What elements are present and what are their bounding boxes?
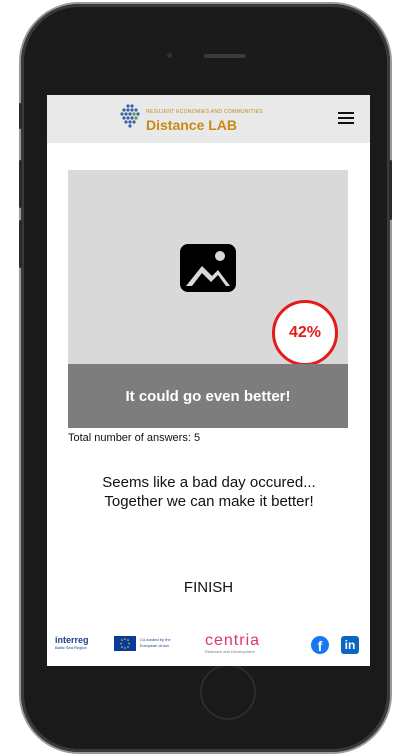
power-button bbox=[389, 160, 392, 220]
app-header: RESILIENT ECONOMIES AND COMMUNITIES Dist… bbox=[47, 95, 370, 143]
footer-logos: interreg Baltic Sea Region Co-funded by … bbox=[47, 633, 370, 661]
interreg-logo[interactable]: interreg Baltic Sea Region bbox=[55, 635, 110, 650]
logo-tagline: RESILIENT ECONOMIES AND COMMUNITIES bbox=[146, 109, 263, 115]
mute-switch bbox=[19, 103, 22, 129]
interreg-subtitle: Baltic Sea Region bbox=[55, 645, 87, 650]
hamburger-menu-icon[interactable] bbox=[338, 112, 354, 124]
total-answers-text: Total number of answers: 5 bbox=[68, 432, 201, 444]
earpiece-speaker bbox=[204, 54, 246, 58]
result-card: 42% It could go even better! bbox=[68, 170, 348, 428]
finish-button[interactable]: FINISH bbox=[47, 579, 370, 596]
volume-up-button bbox=[19, 160, 22, 208]
image-placeholder-icon bbox=[180, 244, 236, 292]
linkedin-glyph: in bbox=[344, 638, 356, 652]
facebook-icon[interactable]: f bbox=[311, 636, 329, 654]
centria-subtitle: Research and Development bbox=[205, 649, 255, 654]
logo-dots-icon bbox=[120, 104, 140, 128]
home-button[interactable] bbox=[200, 664, 256, 720]
volume-down-button bbox=[19, 220, 22, 268]
centria-title: centria bbox=[205, 632, 261, 649]
interreg-title: interreg bbox=[55, 635, 89, 645]
logo-title: Distance LAB bbox=[146, 117, 238, 133]
score-percentage-badge: 42% bbox=[272, 300, 338, 366]
linkedin-icon[interactable]: in bbox=[341, 636, 359, 654]
centria-logo[interactable]: centria Research and Development bbox=[205, 632, 261, 655]
eu-flag-icon bbox=[114, 636, 136, 651]
result-message: Seems like a bad day occured... Together… bbox=[102, 474, 316, 510]
distance-lab-logo[interactable]: RESILIENT ECONOMIES AND COMMUNITIES Dist… bbox=[119, 103, 299, 137]
app-screen: RESILIENT ECONOMIES AND COMMUNITIES Dist… bbox=[47, 95, 370, 666]
facebook-glyph: f bbox=[317, 638, 323, 654]
eu-cofunded-text: Co-funded by the European Union bbox=[140, 637, 171, 648]
front-camera bbox=[167, 53, 172, 58]
result-banner: It could go even better! bbox=[68, 364, 348, 428]
